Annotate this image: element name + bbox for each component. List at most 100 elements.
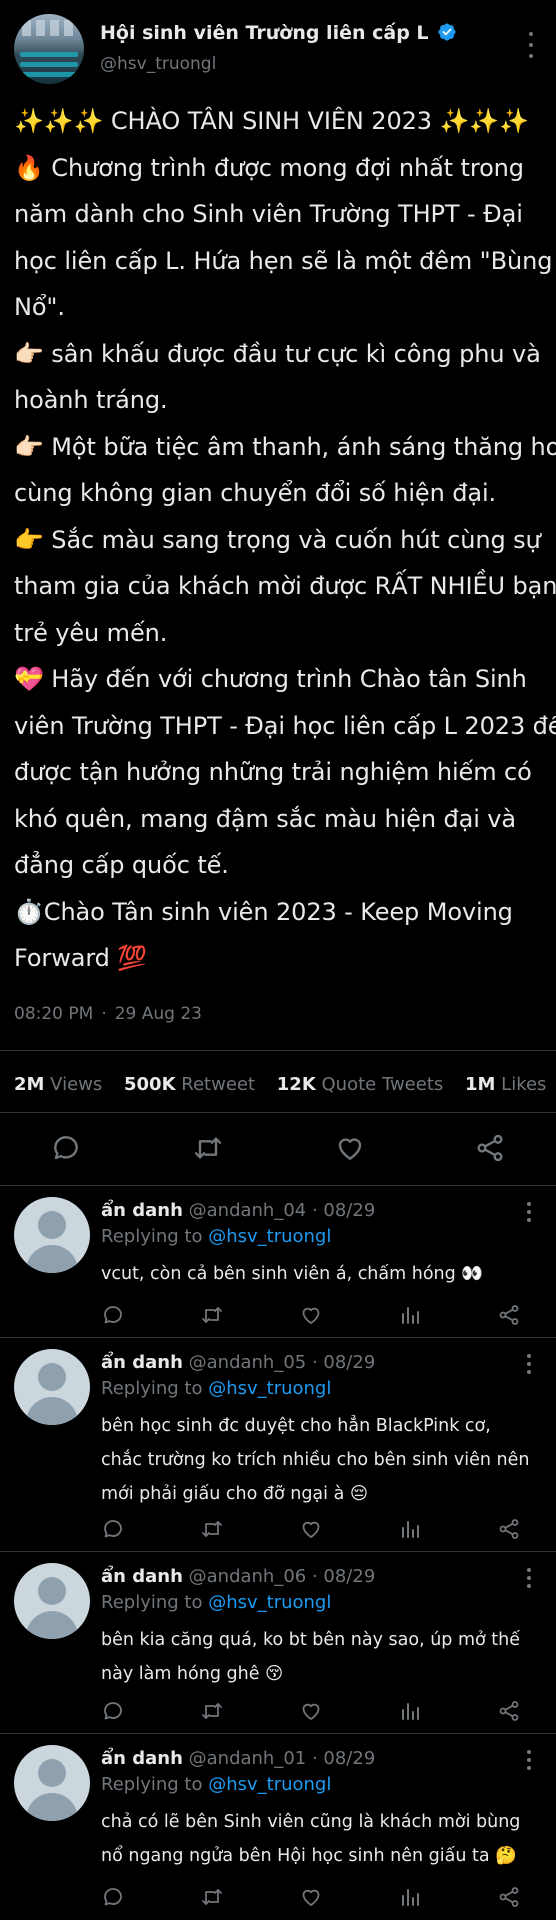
tweet-text: ✨✨✨ CHÀO TÂN SINH VIÊN 2023 ✨✨✨ 🔥 Chương… xyxy=(14,98,556,982)
reply-actions xyxy=(0,1699,556,1725)
reply-line: mới phải giấu cho đỡ ngại à 😔 xyxy=(101,1484,369,1504)
author-name[interactable]: Hội sinh viên Trường liên cấp L xyxy=(100,22,429,44)
avatar[interactable] xyxy=(14,1563,90,1639)
tweet-line: cùng không gian chuyển đổi số hiện đại. xyxy=(14,479,497,507)
reply-handle-date[interactable]: @andanh_05 · 08/29 xyxy=(189,1352,376,1373)
reply-author-name[interactable]: ẩn danh xyxy=(101,1200,183,1221)
reply-author-name[interactable]: ẩn danh xyxy=(101,1566,183,1587)
verified-badge-icon xyxy=(438,23,456,41)
reply-line: vcut, còn cả bên sinh viên á, chấm hóng … xyxy=(101,1264,484,1284)
reply-line: chắc trường ko trích nhiều cho bên sinh … xyxy=(101,1450,530,1470)
reply-item[interactable]: ẩn danh @andanh_05 · 08/29 Replying to @… xyxy=(0,1337,556,1551)
avatar-photo-detail xyxy=(20,62,78,67)
replying-to-link[interactable]: @hsv_truongl xyxy=(208,1592,331,1613)
reply-icon[interactable] xyxy=(101,1517,125,1541)
replying-to: Replying to @hsv_truongl xyxy=(101,1774,332,1795)
reply-header: ẩn danh @andanh_04 · 08/29 xyxy=(101,1200,375,1221)
share-icon[interactable] xyxy=(497,1885,521,1909)
tweet-date: 29 Aug 23 xyxy=(114,1004,203,1024)
tweet-line: Nổ". xyxy=(14,293,65,321)
more-options-icon[interactable] xyxy=(526,1202,532,1222)
views-icon[interactable] xyxy=(398,1517,422,1541)
views-icon[interactable] xyxy=(398,1699,422,1723)
reply-text: bên học sinh đc duyệt cho hẳn BlackPink … xyxy=(101,1409,530,1511)
retweet-icon[interactable] xyxy=(200,1517,224,1541)
reply-icon[interactable] xyxy=(101,1699,125,1723)
reply-text: vcut, còn cả bên sinh viên á, chấm hóng … xyxy=(101,1257,483,1291)
avatar[interactable] xyxy=(14,1349,90,1425)
reply-handle-date[interactable]: @andanh_01 · 08/29 xyxy=(189,1748,376,1769)
reply-icon[interactable] xyxy=(101,1885,125,1909)
author-name-row[interactable]: Hội sinh viên Trường liên cấp L xyxy=(100,22,457,44)
tweet-line: 🔥 Chương trình được mong đợi nhất trong xyxy=(14,153,524,182)
reply-icon[interactable] xyxy=(50,1132,82,1164)
reply-item[interactable]: ẩn danh @andanh_01 · 08/29 Replying to @… xyxy=(0,1733,556,1920)
reply-icon[interactable] xyxy=(101,1303,125,1327)
author-handle[interactable]: @hsv_truongl xyxy=(100,54,216,74)
like-icon[interactable] xyxy=(299,1699,323,1723)
like-icon[interactable] xyxy=(299,1303,323,1327)
reply-text: bên kia căng quá, ko bt bên này sao, úp … xyxy=(101,1623,520,1691)
reply-header: ẩn danh @andanh_06 · 08/29 xyxy=(101,1566,375,1587)
replying-to: Replying to @hsv_truongl xyxy=(101,1226,332,1247)
share-icon[interactable] xyxy=(497,1303,521,1327)
tweet-line: tham gia của khách mời được RẤT NHIỀU bạ… xyxy=(14,572,556,600)
like-icon[interactable] xyxy=(299,1885,323,1909)
replying-to-link[interactable]: @hsv_truongl xyxy=(208,1774,331,1795)
views-icon[interactable] xyxy=(398,1303,422,1327)
tweet-header: Hội sinh viên Trường liên cấp L @hsv_tru… xyxy=(14,14,542,86)
avatar-photo-detail xyxy=(22,20,31,36)
tweet-line: khó quên, mang đậm sắc màu hiện đại và xyxy=(14,804,517,833)
reply-line: này làm hóng ghê 😚 xyxy=(101,1664,284,1684)
more-options-icon[interactable] xyxy=(526,1568,532,1588)
reply-item[interactable]: ẩn danh @andanh_04 · 08/29 Replying to @… xyxy=(0,1185,556,1337)
views-icon[interactable] xyxy=(398,1885,422,1909)
share-icon[interactable] xyxy=(474,1132,506,1164)
tweet-line: học liên cấp L. Hứa hẹn sẽ là một đêm "B… xyxy=(14,246,553,275)
tweet-line: hoành tráng. xyxy=(14,386,168,414)
reply-author-name[interactable]: ẩn danh xyxy=(101,1352,183,1373)
more-options-icon[interactable] xyxy=(522,32,540,58)
stat-retweets[interactable]: 500K Retweet xyxy=(124,1074,255,1095)
tweet-line: trẻ yêu mến. xyxy=(14,618,168,647)
more-options-icon[interactable] xyxy=(526,1750,532,1770)
retweet-icon[interactable] xyxy=(200,1303,224,1327)
reply-actions xyxy=(0,1885,556,1911)
tweet-line: 👉🏻 Một bữa tiệc âm thanh, ánh sáng thăng… xyxy=(14,432,556,461)
replying-to: Replying to @hsv_truongl xyxy=(101,1592,332,1613)
stat-quote-tweets[interactable]: 12K Quote Tweets xyxy=(277,1074,444,1095)
divider xyxy=(0,1050,556,1051)
reply-author-name[interactable]: ẩn danh xyxy=(101,1748,183,1769)
tweet-line: ⏱️Chào Tân sinh viên 2023 - Keep Moving xyxy=(14,897,513,926)
stat-likes[interactable]: 1M Likes xyxy=(465,1074,546,1095)
reply-item[interactable]: ẩn danh @andanh_06 · 08/29 Replying to @… xyxy=(0,1551,556,1733)
like-icon[interactable] xyxy=(334,1132,366,1164)
retweet-icon[interactable] xyxy=(192,1132,224,1164)
retweet-icon[interactable] xyxy=(200,1699,224,1723)
replying-to: Replying to @hsv_truongl xyxy=(101,1378,332,1399)
reply-handle-date[interactable]: @andanh_04 · 08/29 xyxy=(189,1200,376,1221)
more-options-icon[interactable] xyxy=(526,1354,532,1374)
retweet-icon[interactable] xyxy=(200,1885,224,1909)
avatar[interactable] xyxy=(14,1197,90,1273)
reply-handle-date[interactable]: @andanh_06 · 08/29 xyxy=(189,1566,376,1587)
author-avatar[interactable] xyxy=(14,14,84,84)
avatar-photo-detail xyxy=(50,20,59,36)
avatar[interactable] xyxy=(14,1745,90,1821)
avatar-photo-detail xyxy=(20,72,78,77)
replying-to-link[interactable]: @hsv_truongl xyxy=(208,1378,331,1399)
stat-views[interactable]: 2M Views xyxy=(14,1074,102,1095)
share-icon[interactable] xyxy=(497,1517,521,1541)
share-icon[interactable] xyxy=(497,1699,521,1723)
tweet-line: 👉 Sắc màu sang trọng và cuốn hút cùng sự xyxy=(14,525,541,554)
tweet-line: ✨✨✨ CHÀO TÂN SINH VIÊN 2023 ✨✨✨ xyxy=(14,107,529,135)
reply-actions xyxy=(0,1303,556,1329)
replying-to-link[interactable]: @hsv_truongl xyxy=(208,1226,331,1247)
tweet-timestamp[interactable]: 08:20 PM · 29 Aug 23 xyxy=(14,1004,202,1024)
avatar-photo-detail xyxy=(64,20,73,36)
tweet-line: năm dành cho Sinh viên Trường THPT - Đại xyxy=(14,200,523,228)
separator-dot: · xyxy=(101,1004,107,1024)
like-icon[interactable] xyxy=(299,1517,323,1541)
tweet-stats: 2M Views 500K Retweet 12K Quote Tweets 1… xyxy=(14,1074,556,1095)
avatar-photo-detail xyxy=(20,52,78,57)
